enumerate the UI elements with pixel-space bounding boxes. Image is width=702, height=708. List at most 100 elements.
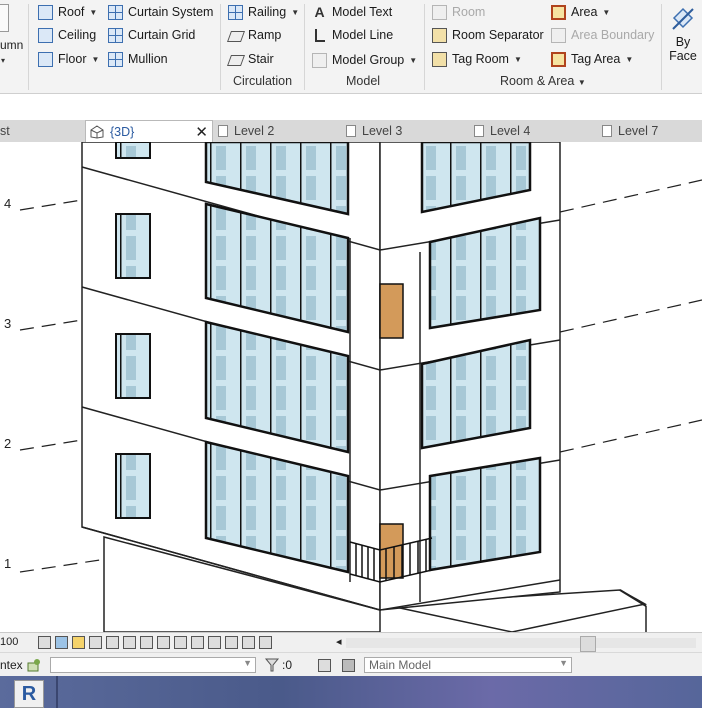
detail-level-icon[interactable]	[38, 636, 51, 649]
level-label-1: 1	[4, 556, 12, 571]
render-icon[interactable]	[106, 636, 119, 649]
circulation-panel-label[interactable]: Circulation	[233, 74, 292, 88]
model-group-icon	[312, 52, 327, 68]
revit-taskbar-button[interactable]: R	[14, 680, 44, 708]
chevron-down-icon: ▼	[559, 658, 568, 668]
highlight-displacement-icon[interactable]	[225, 636, 238, 649]
level-label-2: 2	[4, 436, 12, 451]
analytical-model-icon[interactable]	[208, 636, 221, 649]
curtain-grid-icon	[108, 27, 123, 43]
sun-path-icon[interactable]	[72, 636, 85, 649]
tab-level-3[interactable]: Level 3	[346, 120, 402, 142]
crop-view-icon[interactable]	[123, 636, 136, 649]
model-group-button[interactable]: Model Group ▼	[312, 50, 417, 70]
tag-room-icon	[432, 51, 447, 67]
lock-view-icon[interactable]	[157, 636, 170, 649]
building-model-drawing	[19, 142, 702, 632]
shadows-icon[interactable]	[89, 636, 102, 649]
chevron-down-icon: ▼	[243, 658, 252, 668]
level-label-3: 3	[4, 316, 12, 331]
ribbon-separator	[220, 4, 221, 90]
ramp-icon	[228, 28, 243, 43]
railing-button[interactable]: Railing ▼	[228, 2, 299, 22]
main-model-icon[interactable]	[342, 659, 355, 672]
room-separator-button[interactable]: Room Separator	[432, 25, 544, 45]
chevron-down-icon: ▼	[91, 54, 100, 64]
room-area-panel-label[interactable]: Room & Area ▼	[500, 74, 586, 88]
railing-icon	[228, 4, 243, 20]
workset-dropdown[interactable]: Main Model ▼	[364, 657, 572, 673]
area-button[interactable]: Area ▼	[551, 2, 610, 22]
area-icon	[551, 4, 566, 20]
tab-level-7[interactable]: Level 7	[602, 120, 658, 142]
mullion-button[interactable]: Mullion	[108, 49, 168, 69]
view-tab-bar: st {3D} ✕ Level 2 Level 3 Level 4 Level …	[0, 120, 702, 143]
worksharing-display-icon[interactable]	[259, 636, 272, 649]
temp-hide-icon[interactable]	[174, 636, 187, 649]
stair-button[interactable]: Stair	[228, 49, 274, 69]
ribbon-separator	[28, 4, 29, 90]
tab-level-2[interactable]: Level 2	[218, 120, 274, 142]
ceiling-button[interactable]: Ceiling	[38, 25, 96, 45]
tab-level-4[interactable]: Level 4	[474, 120, 530, 142]
tag-area-icon	[551, 51, 566, 67]
level-label-4: 4	[4, 196, 12, 211]
mullion-icon	[108, 51, 123, 67]
close-icon[interactable]: ✕	[195, 123, 208, 141]
model-panel-label[interactable]: Model	[346, 74, 380, 88]
editable-only-label: ntex	[0, 658, 23, 672]
chevron-down-icon: ▼	[409, 55, 418, 65]
area-boundary-button[interactable]: Area Boundary	[551, 25, 654, 45]
tab-partial[interactable]: st	[0, 120, 10, 142]
room-separator-icon	[432, 27, 447, 43]
chevron-down-icon: ▼	[577, 78, 586, 87]
ribbon: umn ▾ Roof ▼ Ceiling Floor ▼ Curtain Syste…	[0, 0, 702, 94]
chevron-down-icon: ▼	[513, 54, 522, 64]
context-dropdown[interactable]: ▼	[50, 657, 256, 673]
door-upper	[379, 283, 404, 339]
house-3d-icon	[90, 124, 104, 139]
view-control-bar: 100 ◂	[0, 632, 702, 653]
plan-view-icon	[602, 125, 612, 137]
filter-icon[interactable]	[264, 657, 280, 673]
workset-icon[interactable]	[26, 657, 42, 673]
by-face-icon	[672, 7, 694, 30]
column-button-partial[interactable]	[0, 4, 9, 32]
roof-button[interactable]: Roof ▼	[38, 2, 97, 22]
windows-taskbar: R	[0, 676, 702, 708]
room-button[interactable]: Room	[432, 2, 485, 22]
curtain-system-button[interactable]: Curtain System	[108, 2, 213, 22]
temp-view-properties-icon[interactable]	[242, 636, 255, 649]
curtain-grid-button[interactable]: Curtain Grid	[108, 25, 195, 45]
chevron-down-icon: ▼	[291, 7, 300, 17]
room-icon	[432, 4, 447, 20]
show-crop-icon[interactable]	[140, 636, 153, 649]
scrollbar-thumb[interactable]	[580, 636, 596, 652]
status-bar: ntex ▼ :0 Main Model ▼	[0, 652, 702, 677]
plan-view-icon	[474, 125, 484, 137]
3d-viewport[interactable]: 4 3 2 1	[0, 142, 702, 632]
selection-count: :0	[282, 658, 293, 672]
column-dropdown-caret[interactable]: ▾	[1, 50, 5, 70]
design-options-icon[interactable]	[318, 659, 331, 672]
ribbon-separator	[304, 4, 305, 90]
view-scale[interactable]: 100	[0, 636, 18, 648]
tag-room-button[interactable]: Tag Room ▼	[432, 49, 522, 69]
floor-icon	[38, 51, 53, 67]
horizontal-scrollbar[interactable]	[346, 636, 696, 652]
model-line-button[interactable]: Model Line	[312, 25, 393, 45]
scroll-left-arrow[interactable]: ◂	[336, 635, 342, 648]
tab-3d[interactable]: {3D} ✕	[85, 120, 213, 142]
reveal-hidden-icon[interactable]	[191, 636, 204, 649]
ribbon-separator	[424, 4, 425, 90]
chevron-down-icon: ▼	[89, 7, 98, 17]
door-lower	[379, 523, 404, 579]
ramp-button[interactable]: Ramp	[228, 25, 281, 45]
taskbar-divider	[56, 676, 58, 708]
visual-style-icon[interactable]	[55, 636, 68, 649]
plan-view-icon	[218, 125, 228, 137]
model-text-button[interactable]: A Model Text	[312, 2, 392, 22]
floor-button[interactable]: Floor ▼	[38, 49, 99, 69]
tag-area-button[interactable]: Tag Area ▼	[551, 49, 633, 69]
by-face-button[interactable]: By Face	[668, 4, 698, 66]
